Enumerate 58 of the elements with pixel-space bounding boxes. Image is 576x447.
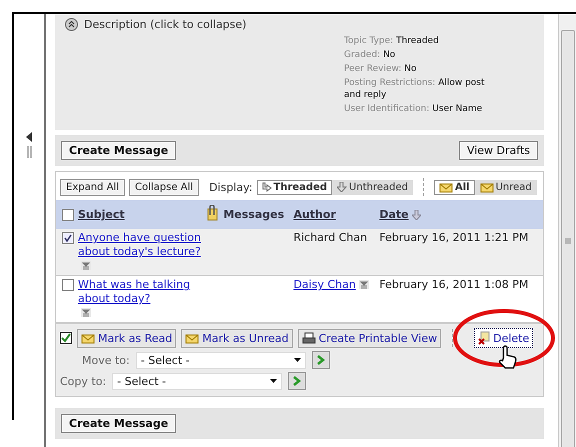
topic-property: Topic Type: Threaded (344, 35, 440, 47)
display-option[interactable]: Threaded (256, 180, 332, 194)
topic-property: Posting Restrictions: Allow post and reply (344, 77, 486, 101)
display-option[interactable]: Unthreaded (332, 180, 413, 194)
printer-icon (302, 332, 316, 344)
menu-icon[interactable] (81, 308, 91, 318)
topic-property: Graded: No (344, 49, 396, 61)
collapse-all-button[interactable]: Collapse All (128, 178, 200, 196)
checkbox-icon (60, 332, 72, 344)
row-checkbox[interactable] (62, 232, 74, 244)
envelope-icon (480, 182, 494, 192)
topic-property: User Identification: User Name (344, 103, 484, 115)
view-drafts-button[interactable]: View Drafts (458, 141, 538, 160)
delete-icon (478, 331, 490, 345)
row-checkbox[interactable] (62, 278, 74, 291)
move-go-button[interactable] (312, 351, 330, 369)
open-envelope-icon (81, 332, 95, 344)
move-to-select[interactable]: - Select - (136, 352, 306, 368)
subject-link[interactable]: What was he talking about today? (78, 278, 202, 306)
display-label: Display: (209, 180, 253, 194)
date-cell: February 16, 2011 1:21 PM (379, 231, 528, 244)
action-button[interactable]: Create Printable View (298, 328, 442, 348)
date-cell: February 16, 2011 1:08 PM (379, 278, 528, 291)
dropdown-caret-icon (294, 358, 301, 362)
filter-option[interactable]: All (434, 180, 475, 194)
menu-icon[interactable] (358, 280, 369, 290)
topic-property: Peer Review: No (344, 63, 418, 75)
copy-to-select[interactable]: - Select - (112, 372, 282, 390)
move-to-label: Move to: (82, 354, 130, 366)
down-arrow-icon (337, 182, 348, 192)
column-header[interactable]: Date (379, 208, 409, 221)
hand-cursor-icon (498, 345, 518, 369)
threaded-arrow-icon (262, 182, 272, 192)
dropdown-caret-icon (270, 379, 278, 383)
copy-to-label: Copy to: (60, 374, 106, 388)
action-button[interactable]: Mark as Read (77, 328, 176, 348)
action-button[interactable]: Mark as Unread (181, 328, 293, 348)
grip-icon (564, 238, 570, 244)
collapse-panel-icon[interactable] (25, 130, 33, 160)
create-message-button[interactable]: Create Message (61, 141, 176, 160)
expand-all-button[interactable]: Expand All (60, 178, 125, 196)
copy-go-button[interactable] (288, 372, 306, 390)
attachment-icon (206, 205, 218, 221)
column-header[interactable]: Subject (78, 208, 125, 221)
envelope-icon (438, 182, 453, 192)
select-all-checkbox[interactable] (62, 208, 74, 221)
menu-icon[interactable] (81, 261, 91, 270)
delete-button[interactable]: Delete (474, 328, 534, 348)
sort-down-icon (412, 210, 421, 220)
envelope-icon (185, 332, 200, 344)
poster-name-link[interactable]: Daisy Chan (293, 278, 356, 291)
poster-name: Richard Chan (293, 231, 368, 244)
filter-option[interactable]: Unread (474, 180, 537, 194)
description-toggle[interactable]: Description (click to collapse) (65, 18, 534, 31)
subject-link[interactable]: Anyone have question about today's lecture? (78, 231, 202, 259)
create-message-button[interactable]: Create Message (61, 414, 176, 433)
collapse-icon (65, 18, 78, 31)
column-header: Messages (223, 208, 284, 221)
